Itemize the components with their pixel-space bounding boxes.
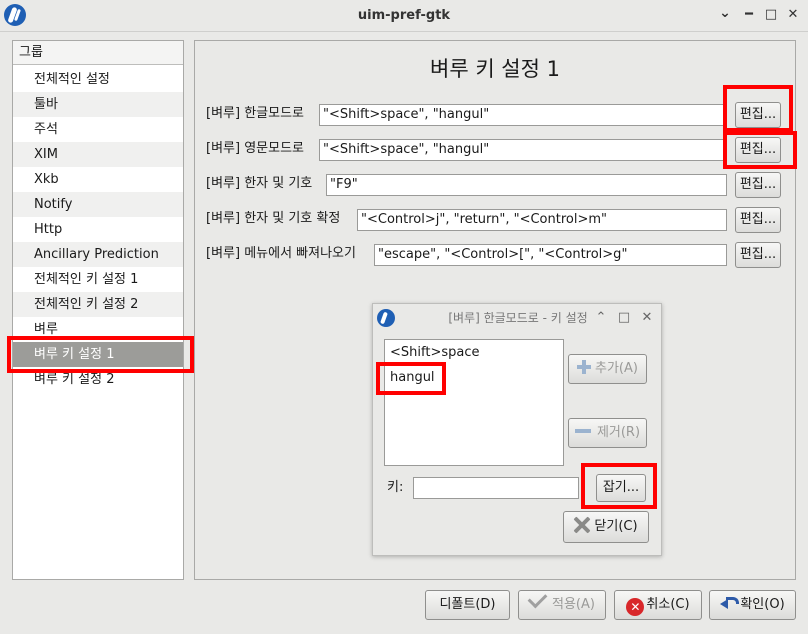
back-arrow-icon — [720, 595, 740, 611]
add-key-button[interactable]: 추가(A) — [568, 354, 647, 384]
group-list-header: 그룹 — [13, 41, 183, 65]
apply-button[interactable]: 적용(A) — [518, 588, 606, 620]
sidebar-item-global-keys-2[interactable]: 전체적인 키 설정 2 — [13, 292, 183, 317]
ok-label: 확인(O) — [740, 597, 785, 612]
highlight-box — [376, 362, 446, 395]
remove-key-button[interactable]: 제거(R) — [568, 418, 647, 448]
group-list: 그룹 전체적인 설정 툴바 주석 XIM Xkb Notify Http Anc… — [12, 40, 184, 580]
sidebar-item-http[interactable]: Http — [13, 217, 183, 242]
english-mode-field[interactable]: "<Shift>space", "hangul" — [319, 139, 727, 161]
cancel-icon: ✕ — [626, 598, 645, 616]
default-button[interactable]: 디폴트(D) — [425, 590, 510, 620]
minus-icon — [574, 429, 591, 433]
sidebar-item-ancillary-prediction[interactable]: Ancillary Prediction — [13, 242, 183, 267]
sidebar-item-annotation[interactable]: 주석 — [13, 117, 183, 142]
close-icon[interactable]: ✕ — [784, 6, 802, 24]
key-label: 키: — [387, 480, 404, 495]
minimize-icon[interactable]: ⌄ — [716, 4, 734, 22]
apply-label: 적용(A) — [552, 597, 595, 612]
hanja-commit-field[interactable]: "<Control>j", "return", "<Control>m" — [357, 209, 727, 231]
row-label-exit-menu: [벼루] 메뉴에서 빠져나오기 — [206, 246, 356, 261]
dialog-collapse-icon[interactable]: ⌃ — [593, 309, 609, 327]
page-title: 벼루 키 설정 1 — [430, 57, 560, 81]
dialog-maximize-icon[interactable]: □ — [616, 309, 632, 327]
hangul-mode-field[interactable]: "<Shift>space", "hangul" — [319, 104, 727, 126]
cancel-button[interactable]: ✕ 취소(C) — [614, 590, 702, 620]
sidebar-item-toolbar[interactable]: 툴바 — [13, 92, 183, 117]
maximize-icon[interactable]: □ — [762, 6, 780, 24]
key-input[interactable] — [413, 477, 579, 499]
hanja-field[interactable]: "F9" — [326, 174, 727, 196]
exit-menu-field[interactable]: "escape", "<Control>[", "<Control>g" — [374, 244, 727, 266]
close-dialog-button[interactable]: 닫기(C) — [563, 511, 649, 543]
sidebar-item-global[interactable]: 전체적인 설정 — [13, 67, 183, 92]
ok-button[interactable]: 확인(O) — [709, 590, 796, 620]
sidebar-item-global-keys-1[interactable]: 전체적인 키 설정 1 — [13, 267, 183, 292]
cancel-label: 취소(C) — [646, 597, 690, 612]
highlight-box — [581, 463, 657, 509]
close-x-icon — [574, 517, 590, 533]
edit-hanja-button[interactable]: 편집... — [735, 172, 781, 198]
add-key-label: 추가(A) — [595, 361, 638, 376]
check-icon — [527, 588, 548, 609]
sidebar-item-notify[interactable]: Notify — [13, 192, 183, 217]
key-setting-dialog: [벼루] 한글모드로 - 키 설정 ⌃ □ ✕ <Shift>space han… — [372, 303, 662, 556]
highlight-box — [7, 336, 194, 373]
remove-key-label: 제거(R) — [596, 425, 641, 440]
row-label-hanja: [벼루] 한자 및 기호 — [206, 176, 313, 191]
plus-icon — [577, 360, 592, 374]
window-title: uim-pref-gtk — [357, 8, 451, 23]
highlight-box — [723, 131, 797, 169]
edit-exit-menu-button[interactable]: 편집... — [735, 242, 781, 268]
key-list[interactable]: <Shift>space hangul — [384, 339, 564, 466]
close-dialog-label: 닫기(C) — [594, 519, 638, 534]
minimize-window-icon[interactable]: ━ — [740, 6, 758, 24]
row-label-hangul-mode: [벼루] 한글모드로 — [206, 106, 304, 121]
row-label-hanja-commit: [벼루] 한자 및 기호 확정 — [206, 211, 341, 226]
sidebar-item-xim[interactable]: XIM — [13, 142, 183, 167]
row-label-english-mode: [벼루] 영문모드로 — [206, 141, 304, 156]
highlight-box — [723, 85, 793, 132]
sidebar-item-xkb[interactable]: Xkb — [13, 167, 183, 192]
dialog-close-icon[interactable]: ✕ — [639, 309, 655, 327]
edit-hanja-commit-button[interactable]: 편집... — [735, 207, 781, 233]
